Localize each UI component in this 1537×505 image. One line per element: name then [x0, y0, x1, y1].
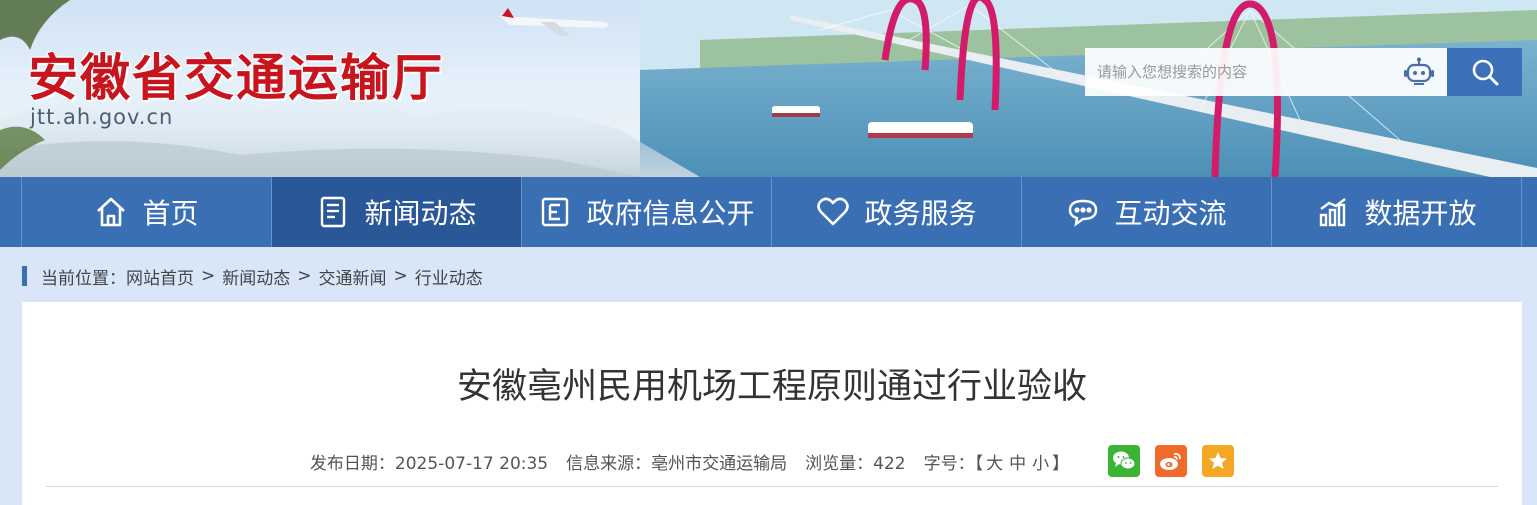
breadcrumb-link-traffic-news[interactable]: 交通新闻 — [319, 264, 387, 289]
font-size-bracket-open: 【 — [974, 453, 984, 474]
breadcrumb-link-news[interactable]: 新闻动态 — [222, 264, 290, 289]
font-size-bracket-close: 】 — [1052, 453, 1070, 474]
news-icon — [321, 196, 346, 228]
search-box — [1085, 48, 1447, 96]
document-icon — [542, 197, 569, 227]
share-weibo-button[interactable] — [1155, 445, 1188, 477]
nav-item-open-data[interactable]: 数据开放 — [1272, 177, 1522, 247]
chart-icon — [1320, 198, 1347, 227]
nav-spacer — [0, 177, 22, 247]
breadcrumb-separator: > — [393, 266, 408, 286]
view-count-value: 422 — [873, 453, 906, 474]
info-source-label: 信息来源： — [566, 453, 652, 474]
info-source-value: 亳州市交通运输局 — [651, 453, 788, 474]
view-count-label: 浏览量： — [805, 453, 874, 474]
nav-label: 首页 — [142, 197, 199, 230]
article-title: 安徽亳州民用机场工程原则通过行业验收 — [456, 367, 1087, 407]
nav-label: 新闻动态 — [364, 197, 477, 230]
chat-icon — [1069, 199, 1098, 227]
breadcrumb-separator: > — [297, 266, 312, 286]
nav-item-services[interactable]: 政务服务 — [772, 177, 1022, 247]
nav-item-interaction[interactable]: 互动交流 — [1022, 177, 1272, 247]
font-size-medium[interactable]: 中 — [1009, 454, 1026, 474]
breadcrumb-separator: > — [201, 266, 216, 286]
meta-divider — [46, 486, 1498, 487]
nav-item-home[interactable]: 首页 — [22, 177, 272, 247]
weibo-icon — [1160, 452, 1181, 470]
main-nav: 首页 新闻动态 政府信息公开 政务服务 互动交流 数据开放 — [0, 177, 1537, 247]
nav-label: 互动交流 — [1114, 197, 1227, 230]
wechat-icon — [1113, 451, 1136, 470]
nav-item-news[interactable]: 新闻动态 — [272, 177, 522, 247]
nav-label: 政务服务 — [864, 197, 977, 230]
publish-date-label: 发布日期： — [309, 453, 395, 474]
site-title: 安徽省交通运输厅 — [28, 49, 444, 107]
font-size-large[interactable]: 大 — [986, 454, 1003, 474]
font-size-control: 字号：【大中小】 — [924, 449, 1070, 474]
breadcrumb-prefix: 当前位置： — [41, 268, 126, 289]
nav-item-gov-info[interactable]: 政府信息公开 — [522, 177, 772, 247]
search-button[interactable] — [1447, 48, 1522, 96]
favorite-star-icon — [1209, 452, 1228, 469]
info-source: 信息来源：亳州市交通运输局 — [566, 449, 787, 474]
breadcrumb-link-industry[interactable]: 行业动态 — [415, 264, 483, 289]
font-size-label: 字号： — [923, 453, 975, 474]
site-domain: jtt.ah.gov.cn — [30, 105, 174, 129]
publish-date-value: 2025-07-17 20:35 — [394, 453, 549, 474]
nav-label: 政府信息公开 — [586, 197, 755, 230]
share-buttons — [1093, 445, 1235, 477]
view-count: 浏览量：422 — [805, 449, 905, 474]
favorite-button[interactable] — [1202, 445, 1235, 477]
robot-assistant-icon[interactable] — [1403, 57, 1435, 87]
home-icon — [97, 197, 126, 227]
nav-label: 数据开放 — [1364, 197, 1477, 230]
share-wechat-button[interactable] — [1108, 445, 1141, 477]
heart-icon — [817, 197, 850, 226]
search-icon — [1472, 59, 1498, 86]
breadcrumb-marker — [22, 266, 27, 286]
breadcrumb: 当前位置： 网站首页 > 新闻动态 > 交通新闻 > 行业动态 — [22, 262, 483, 290]
article-meta: 发布日期：2025-07-17 20:35 信息来源：亳州市交通运输局 浏览量：… — [22, 445, 1522, 477]
search-input[interactable] — [1085, 48, 1395, 96]
article-card: 安徽亳州民用机场工程原则通过行业验收 发布日期：2025-07-17 20:35… — [22, 302, 1522, 505]
publish-date: 发布日期：2025-07-17 20:35 — [310, 449, 548, 474]
breadcrumb-link-home[interactable]: 网站首页 — [126, 264, 194, 289]
font-size-small[interactable]: 小 — [1032, 454, 1049, 474]
